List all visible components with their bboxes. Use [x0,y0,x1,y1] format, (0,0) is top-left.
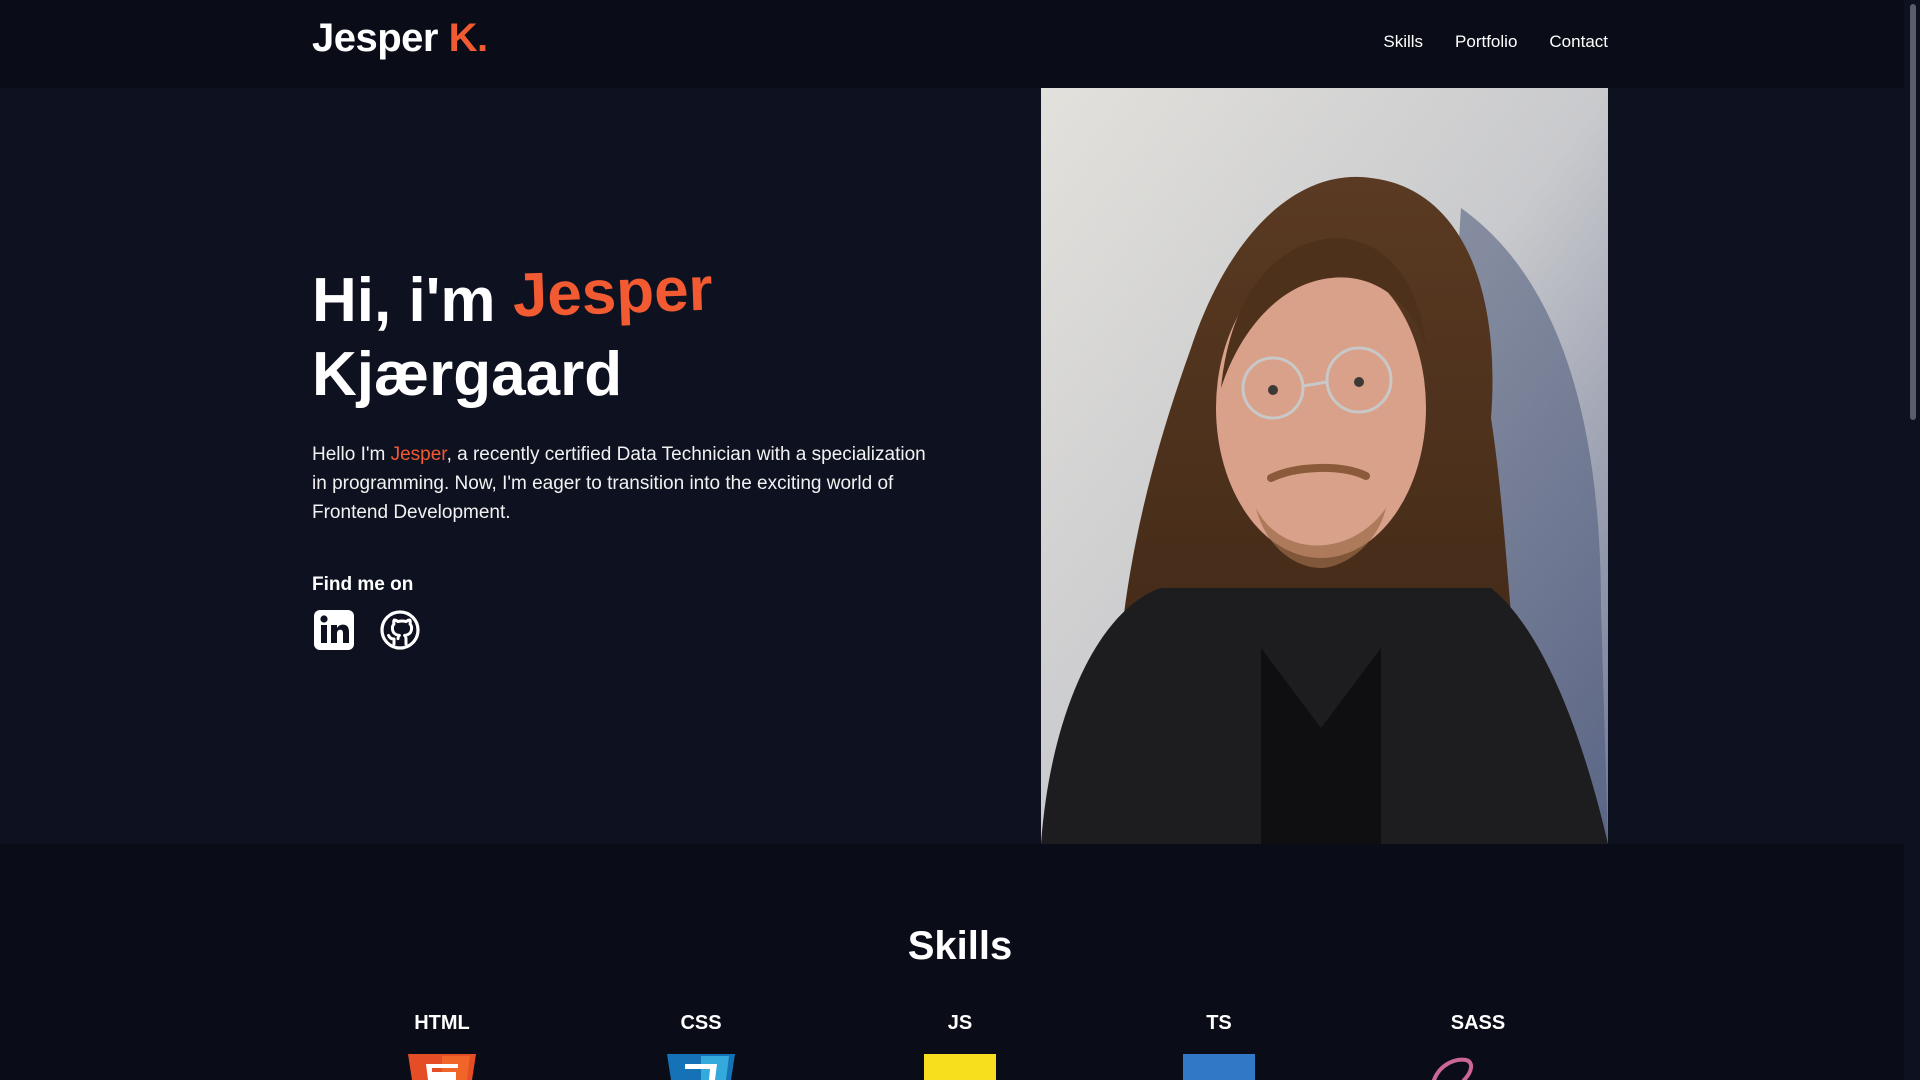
skill-ts-label: TS [1206,1012,1232,1034]
hero-section: Hi, i'm Jesper Kjærgaard Hello I'm Jespe… [0,88,1920,844]
profile-photo [1041,88,1608,844]
ts-icon [1183,1054,1255,1080]
hero-greeting: Hi, i'm [312,266,496,335]
github-icon [380,610,420,650]
skill-css: CSS [621,1012,781,1035]
logo-initial: K. [448,16,489,60]
skill-html-label: HTML [414,1012,470,1034]
hero-headline: Hi, i'm Jesper Kjærgaard [312,255,714,412]
find-me-label: Find me on [312,574,414,595]
nav-links: Skills Portfolio Contact [1383,32,1608,52]
page-scrollbar[interactable] [1904,0,1920,1080]
nav-link-portfolio[interactable]: Portfolio [1455,32,1517,52]
skill-html: HTML [362,1012,522,1035]
profile-photo-illustration [1041,88,1608,844]
skill-js-label: JS [947,1012,973,1034]
linkedin-icon [314,610,354,650]
skill-css-label: CSS [680,1012,722,1034]
site-logo[interactable]: Jesper K. [312,16,488,61]
intro-prefix: Hello I'm [312,444,391,465]
linkedin-link[interactable] [312,608,356,652]
hero-intro: Hello I'm Jesper, a recently certified D… [312,440,932,527]
skill-ts: TS [1139,1012,1299,1035]
skills-section: Skills HTML CSS JS TS SASS [0,844,1920,1080]
nav-link-skills[interactable]: Skills [1383,32,1423,52]
sass-icon [1432,1057,1473,1080]
hero-first-name: Jesper [511,254,714,331]
html-icon [408,1054,476,1080]
github-link[interactable] [378,608,422,652]
intro-name: Jesper [390,444,447,465]
css-icon [667,1054,735,1080]
js-icon [924,1054,996,1080]
social-links [312,608,422,652]
logo-name: Jesper [312,16,438,60]
hero-last-name: Kjærgaard [312,340,623,409]
nav-link-contact[interactable]: Contact [1549,32,1608,52]
skill-sass: SASS [1398,1012,1558,1035]
scrollbar-thumb[interactable] [1910,4,1916,420]
skill-js: JS [880,1012,1040,1035]
skills-title: Skills [907,924,1013,968]
navbar: Jesper K. Skills Portfolio Contact [0,0,1920,88]
skill-sass-label: SASS [1450,1012,1506,1034]
